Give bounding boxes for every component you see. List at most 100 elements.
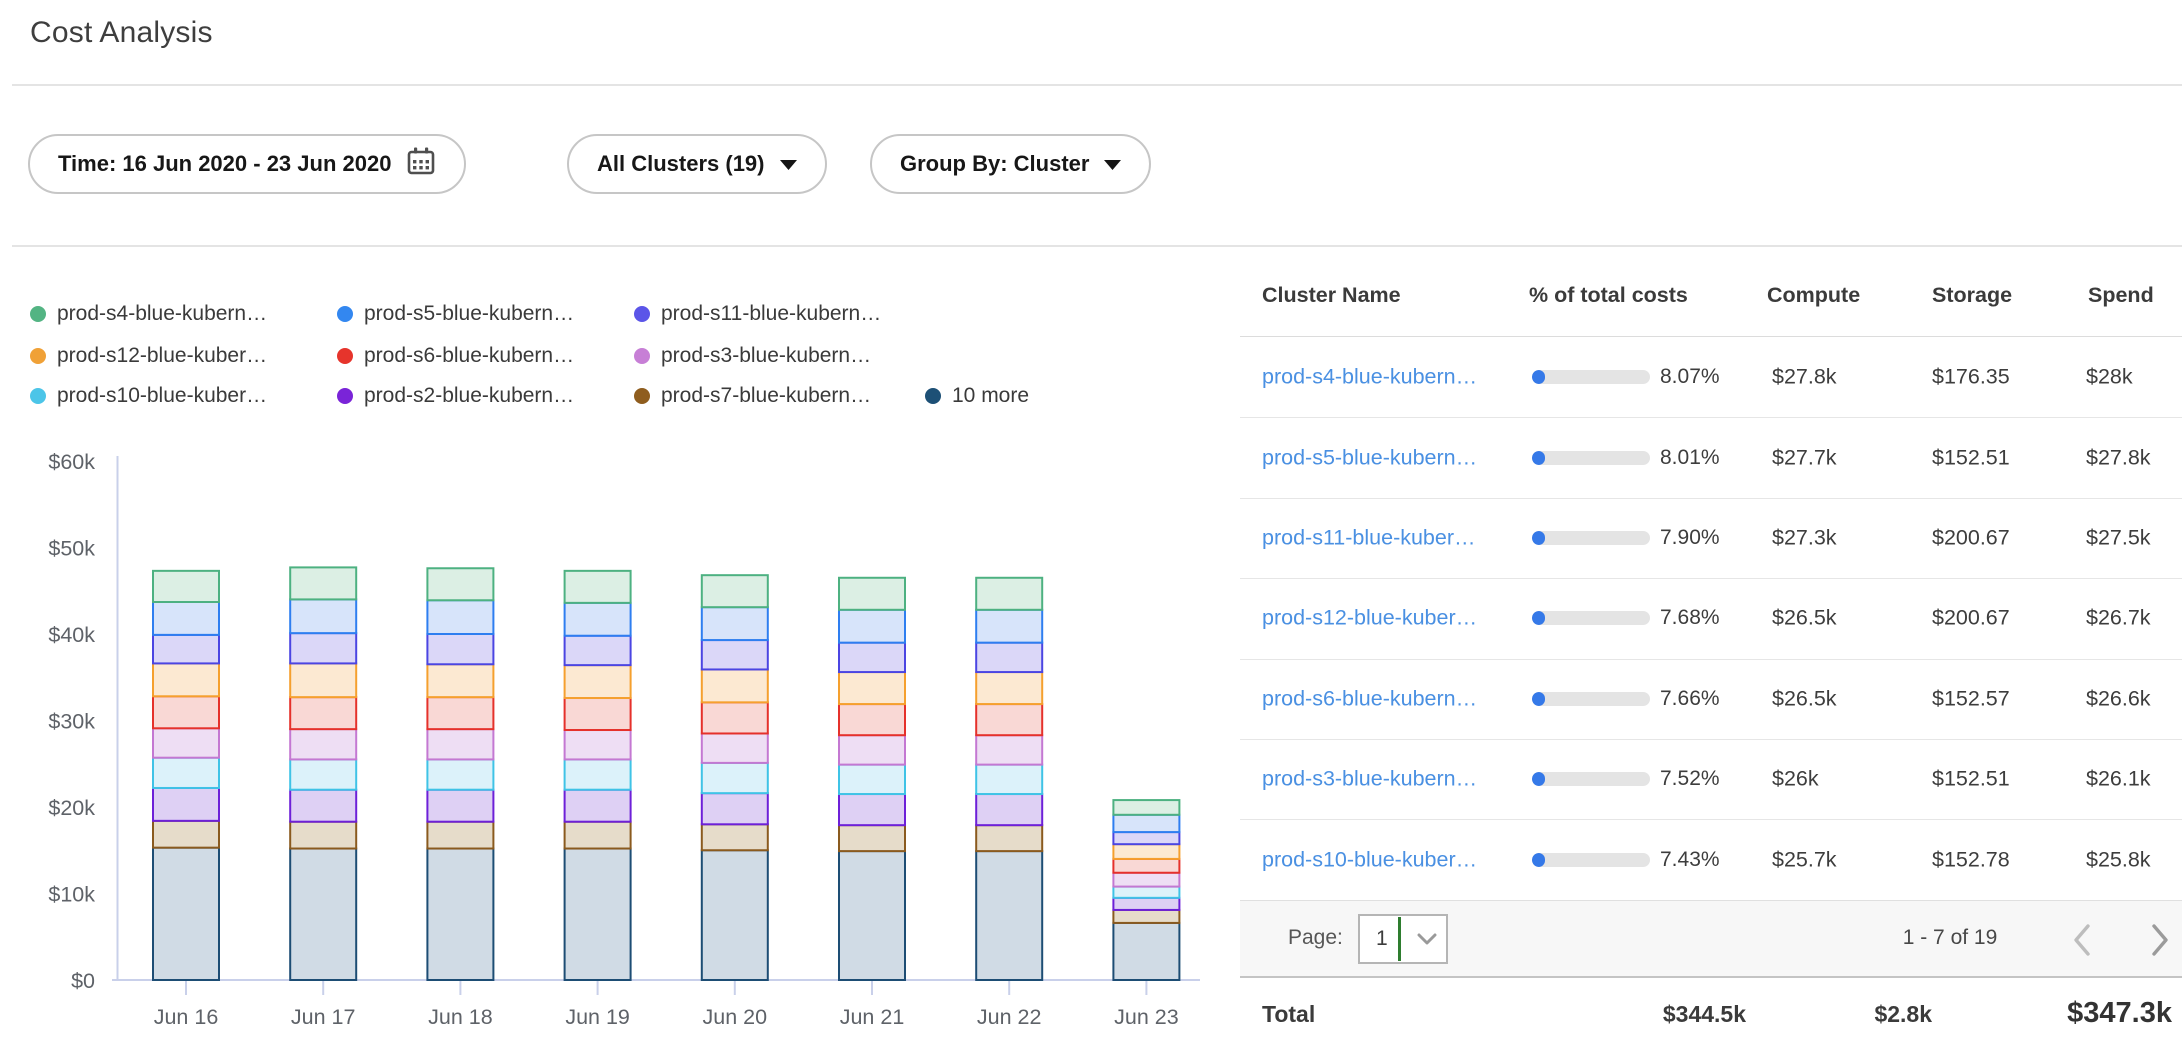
bar-segment[interactable]: [976, 610, 1042, 643]
bar-segment[interactable]: [290, 599, 356, 633]
bar-segment[interactable]: [1113, 800, 1179, 815]
bar-segment[interactable]: [702, 763, 768, 793]
bar-segment[interactable]: [565, 571, 631, 603]
bar-segment[interactable]: [153, 758, 219, 788]
bar-segment[interactable]: [976, 735, 1042, 764]
col-header-storage[interactable]: Storage: [1932, 283, 2012, 308]
bar-segment[interactable]: [153, 635, 219, 664]
bar-segment[interactable]: [427, 729, 493, 759]
bar-segment[interactable]: [702, 575, 768, 607]
bar-segment[interactable]: [976, 704, 1042, 735]
bar-segment[interactable]: [839, 610, 905, 643]
bar-segment[interactable]: [153, 821, 219, 848]
cluster-name-link[interactable]: prod-s5-blue-kubern…: [1262, 445, 1477, 470]
bar-segment[interactable]: [153, 696, 219, 728]
bar-segment[interactable]: [565, 636, 631, 665]
bar-segment[interactable]: [839, 825, 905, 851]
cluster-name-link[interactable]: prod-s4-blue-kubern…: [1262, 365, 1477, 390]
bar-segment[interactable]: [976, 825, 1042, 851]
legend-item-4[interactable]: prod-s6-blue-kubern…: [337, 342, 574, 370]
bar-segment[interactable]: [565, 790, 631, 822]
group-by-dropdown[interactable]: Group By: Cluster: [870, 134, 1151, 194]
bar-segment[interactable]: [153, 728, 219, 757]
bar-segment[interactable]: [839, 704, 905, 735]
cluster-name-link[interactable]: prod-s6-blue-kubern…: [1262, 686, 1477, 711]
legend-item-8[interactable]: prod-s7-blue-kubern…: [634, 382, 871, 410]
bar-segment[interactable]: [1113, 898, 1179, 910]
bar-segment[interactable]: [1113, 859, 1179, 873]
legend-item-7[interactable]: prod-s2-blue-kubern…: [337, 382, 574, 410]
col-header-pct-total-costs[interactable]: % of total costs: [1529, 283, 1688, 308]
bar-segment[interactable]: [1113, 910, 1179, 923]
bar-segment[interactable]: [702, 702, 768, 733]
bar-segment[interactable]: [427, 759, 493, 789]
bar-segment[interactable]: [839, 578, 905, 610]
prev-page-button[interactable]: [2068, 921, 2096, 959]
bar-segment[interactable]: [290, 567, 356, 599]
bar-segment[interactable]: [839, 643, 905, 672]
bar-segment[interactable]: [290, 759, 356, 789]
cluster-name-link[interactable]: prod-s11-blue-kuber…: [1262, 525, 1476, 550]
bar-segment[interactable]: [702, 850, 768, 980]
legend-item-2[interactable]: prod-s11-blue-kubern…: [634, 300, 881, 328]
bar-segment[interactable]: [427, 600, 493, 634]
bar-segment[interactable]: [427, 634, 493, 664]
bar-segment[interactable]: [565, 730, 631, 759]
bar-segment[interactable]: [839, 765, 905, 794]
bar-segment[interactable]: [976, 578, 1042, 610]
legend-item-5[interactable]: prod-s3-blue-kubern…: [634, 342, 871, 370]
bar-segment[interactable]: [290, 697, 356, 729]
bar-segment[interactable]: [839, 851, 905, 980]
bar-segment[interactable]: [153, 663, 219, 696]
bar-segment[interactable]: [565, 603, 631, 636]
bar-segment[interactable]: [702, 669, 768, 702]
legend-item-9[interactable]: 10 more: [925, 382, 1029, 410]
col-header-compute[interactable]: Compute: [1767, 283, 1860, 308]
col-header-cluster-name[interactable]: Cluster Name: [1262, 283, 1401, 308]
bar-segment[interactable]: [976, 672, 1042, 704]
time-range-filter[interactable]: Time: 16 Jun 2020 - 23 Jun 2020: [28, 134, 466, 194]
cluster-name-link[interactable]: prod-s12-blue-kuber…: [1262, 606, 1477, 631]
bar-segment[interactable]: [153, 571, 219, 602]
cluster-name-link[interactable]: prod-s3-blue-kubern…: [1262, 767, 1477, 792]
bar-segment[interactable]: [565, 759, 631, 789]
bar-segment[interactable]: [702, 733, 768, 762]
bar-segment[interactable]: [427, 664, 493, 697]
bar-segment[interactable]: [565, 822, 631, 849]
bar-segment[interactable]: [290, 790, 356, 822]
bar-segment[interactable]: [1113, 873, 1179, 887]
bar-segment[interactable]: [702, 793, 768, 824]
bar-segment[interactable]: [427, 568, 493, 600]
bar-segment[interactable]: [976, 794, 1042, 825]
bar-segment[interactable]: [702, 824, 768, 850]
bar-segment[interactable]: [153, 602, 219, 635]
col-header-spend[interactable]: Spend: [2088, 283, 2154, 308]
bar-segment[interactable]: [565, 665, 631, 698]
bar-segment[interactable]: [290, 729, 356, 759]
bar-segment[interactable]: [839, 735, 905, 764]
bar-segment[interactable]: [427, 849, 493, 980]
bar-segment[interactable]: [427, 822, 493, 849]
legend-item-0[interactable]: prod-s4-blue-kubern…: [30, 300, 267, 328]
bar-segment[interactable]: [290, 849, 356, 980]
page-select[interactable]: 1: [1358, 914, 1448, 964]
next-page-button[interactable]: [2146, 921, 2174, 959]
bar-segment[interactable]: [153, 848, 219, 980]
legend-item-1[interactable]: prod-s5-blue-kubern…: [337, 300, 574, 328]
bar-segment[interactable]: [290, 663, 356, 697]
bar-segment[interactable]: [702, 607, 768, 640]
bar-segment[interactable]: [1113, 844, 1179, 859]
bar-segment[interactable]: [976, 643, 1042, 672]
bar-segment[interactable]: [1113, 923, 1179, 980]
bar-segment[interactable]: [976, 851, 1042, 980]
bar-segment[interactable]: [839, 672, 905, 704]
bar-segment[interactable]: [290, 633, 356, 663]
bar-segment[interactable]: [839, 794, 905, 825]
clusters-filter-dropdown[interactable]: All Clusters (19): [567, 134, 827, 194]
cluster-name-link[interactable]: prod-s10-blue-kuber…: [1262, 847, 1477, 872]
bar-segment[interactable]: [427, 790, 493, 822]
bar-segment[interactable]: [565, 698, 631, 730]
bar-segment[interactable]: [565, 849, 631, 980]
bar-segment[interactable]: [153, 788, 219, 821]
bar-segment[interactable]: [1113, 815, 1179, 832]
